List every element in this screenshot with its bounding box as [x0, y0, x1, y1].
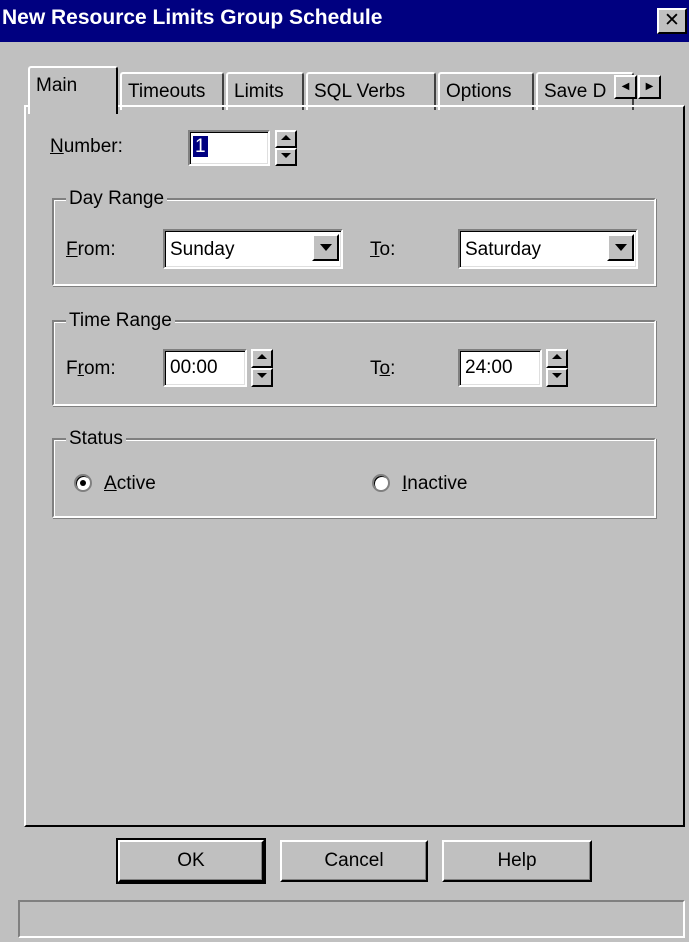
time-to-spinner[interactable] — [546, 349, 568, 387]
tab-scroll-right-button[interactable]: ▶ — [638, 75, 661, 99]
time-from-value: 00:00 — [170, 357, 218, 378]
time-to-value: 24:00 — [465, 357, 513, 378]
arrow-left-icon: ◀ — [621, 81, 630, 92]
inactive-label[interactable]: Inactive — [402, 473, 467, 495]
time-from-spinner[interactable] — [251, 349, 273, 387]
arrow-up-icon — [281, 135, 291, 140]
close-icon: ✕ — [664, 9, 680, 31]
time-range-legend: Time Range — [66, 310, 175, 332]
day-to-value: Saturday — [465, 239, 542, 260]
active-label[interactable]: Active — [104, 473, 156, 495]
spin-down-button[interactable] — [251, 368, 273, 387]
help-button[interactable]: Help — [442, 840, 592, 882]
day-range-legend: Day Range — [66, 188, 168, 210]
day-to-label: To: — [370, 239, 396, 260]
time-from-label: From: — [66, 358, 116, 379]
tab-label: Limits — [234, 81, 284, 102]
chevron-down-icon — [615, 244, 627, 251]
close-button[interactable]: ✕ — [657, 8, 687, 34]
day-from-dropdown-button[interactable] — [312, 234, 339, 261]
tab-label: Save D — [544, 81, 607, 102]
number-label: Number: — [50, 136, 123, 157]
time-from-input[interactable]: 00:00 — [163, 349, 247, 387]
number-spinner[interactable] — [275, 130, 297, 166]
day-from-label: From: — [66, 239, 116, 260]
inactive-radio[interactable] — [372, 474, 390, 492]
tab-label: Main — [36, 75, 78, 96]
ok-button[interactable]: OK — [116, 838, 266, 884]
spin-up-button[interactable] — [251, 349, 273, 368]
radio-selected-dot — [80, 480, 86, 486]
chevron-down-icon — [320, 244, 332, 251]
tab-label: SQL Verbs — [314, 81, 406, 102]
tab-label: Options — [446, 81, 512, 102]
arrow-right-icon: ▶ — [645, 81, 654, 92]
time-to-label: To: — [370, 358, 396, 379]
day-to-dropdown-button[interactable] — [607, 234, 634, 261]
tab-label: Timeouts — [128, 81, 206, 102]
number-input[interactable]: 1 — [188, 130, 270, 166]
title-bar: New Resource Limits Group Schedule ✕ — [0, 0, 689, 42]
cancel-button[interactable]: Cancel — [280, 840, 428, 882]
arrow-up-icon — [257, 354, 267, 359]
window-title: New Resource Limits Group Schedule — [2, 6, 383, 29]
arrow-down-icon — [257, 373, 267, 378]
active-radio[interactable] — [74, 474, 92, 492]
time-to-input[interactable]: 24:00 — [458, 349, 542, 387]
arrow-down-icon — [281, 153, 291, 158]
number-value: 1 — [193, 136, 208, 157]
spin-up-button[interactable] — [546, 349, 568, 368]
spin-down-button[interactable] — [546, 368, 568, 387]
status-bar — [18, 900, 685, 938]
spin-down-button[interactable] — [275, 148, 297, 166]
status-legend: Status — [66, 428, 126, 450]
arrow-down-icon — [552, 373, 562, 378]
spin-up-button[interactable] — [275, 130, 297, 148]
tab-main[interactable]: Main — [28, 66, 118, 114]
tab-scroll-left-button[interactable]: ◀ — [614, 75, 637, 99]
arrow-up-icon — [552, 354, 562, 359]
day-from-value: Sunday — [170, 239, 235, 260]
